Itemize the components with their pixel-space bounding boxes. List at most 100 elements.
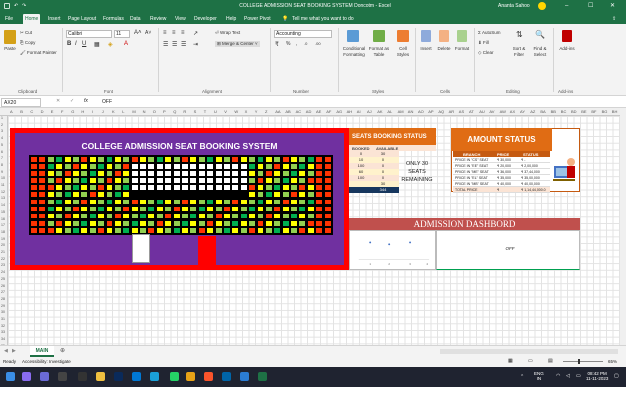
seat-cell[interactable] (105, 191, 114, 199)
seat-cell[interactable] (264, 226, 273, 234)
column-letter[interactable]: K (112, 109, 115, 114)
seat-cell[interactable] (306, 177, 315, 184)
seat-cell[interactable] (214, 170, 223, 177)
row-number[interactable]: 9 (1, 170, 3, 174)
seat-cell[interactable] (273, 184, 282, 192)
seat-cell[interactable] (71, 156, 80, 163)
seat-cell[interactable] (155, 163, 164, 170)
seat-cell[interactable] (46, 177, 55, 184)
seat-cell[interactable] (155, 219, 164, 227)
seat-cell[interactable] (206, 191, 215, 199)
seat-cell[interactable] (281, 191, 290, 199)
column-letter[interactable]: BB (551, 109, 556, 114)
row-number[interactable]: 3 (1, 129, 3, 133)
seat-cell[interactable] (315, 156, 324, 163)
seat-cell[interactable] (46, 219, 55, 227)
seat-cell[interactable] (231, 198, 240, 206)
column-letter[interactable]: M (132, 109, 135, 114)
seat-cell[interactable] (264, 198, 273, 206)
seat-cell[interactable] (181, 226, 189, 234)
seat-cell[interactable] (206, 177, 215, 184)
number-format-select[interactable]: Accounting (274, 30, 332, 38)
seat-cell[interactable] (181, 198, 189, 206)
volume-icon[interactable]: ◁ (566, 373, 570, 379)
seat-cell[interactable] (46, 163, 55, 170)
seat-cell[interactable] (306, 198, 315, 206)
seat-cell[interactable] (122, 191, 131, 199)
seat-cell[interactable] (130, 226, 139, 234)
font-shrink-icon[interactable]: A˅ (145, 30, 151, 36)
seat-cell[interactable] (105, 212, 114, 220)
seat-cell[interactable] (164, 191, 173, 199)
seat-cell[interactable] (256, 184, 265, 192)
seat-cell[interactable] (63, 205, 72, 213)
seat-cell[interactable] (63, 163, 72, 170)
column-letter[interactable]: AY (520, 109, 525, 114)
seat-cell[interactable] (239, 212, 248, 220)
seat-cell[interactable] (264, 163, 273, 170)
seat-cell[interactable] (172, 163, 181, 170)
row-number[interactable]: 11 (1, 183, 5, 187)
tab-power-pivot[interactable]: Power Pivot (242, 14, 273, 24)
seat-cell[interactable] (30, 184, 38, 192)
row-number[interactable]: 7 (1, 156, 3, 160)
seat-cell[interactable] (80, 219, 89, 227)
orientation-icon[interactable]: ↗ (193, 30, 198, 37)
horizontal-scrollbar[interactable] (440, 349, 618, 354)
seat-cell[interactable] (164, 226, 173, 234)
merge-center-button[interactable]: ⊞ Merge & Center ˅ (215, 41, 260, 47)
seat-cell[interactable] (139, 156, 148, 163)
column-letter[interactable]: A (10, 109, 13, 114)
seat-cell[interactable] (248, 212, 257, 220)
seat-cell[interactable] (323, 219, 332, 227)
edge-icon[interactable] (150, 372, 159, 381)
row-number[interactable]: 31 (1, 317, 5, 321)
column-letter[interactable]: AX (510, 109, 515, 114)
tab-data[interactable]: Data (128, 14, 143, 24)
seat-cell[interactable] (256, 170, 265, 177)
vscode-icon[interactable] (222, 372, 231, 381)
paste-icon[interactable] (4, 30, 16, 44)
seat-cell[interactable] (46, 212, 55, 220)
seat-cell[interactable] (323, 170, 332, 177)
row-number[interactable]: 27 (1, 290, 5, 294)
seat-cell[interactable] (323, 205, 332, 213)
seat-cell[interactable] (88, 219, 97, 227)
seat-cell[interactable] (139, 184, 148, 192)
seat-cell[interactable] (97, 163, 106, 170)
chrome-icon[interactable] (186, 372, 195, 381)
row-number[interactable]: 22 (1, 257, 5, 261)
add-sheet-icon[interactable]: ⊕ (60, 347, 65, 354)
seat-cell[interactable] (147, 177, 156, 184)
column-letter[interactable]: BF (591, 109, 596, 114)
seat-cell[interactable] (323, 226, 332, 234)
seat-cell[interactable] (214, 219, 223, 227)
seat-cell[interactable] (38, 177, 47, 184)
column-letter[interactable]: AS (459, 109, 464, 114)
seat-cell[interactable] (281, 212, 290, 220)
app-icon-1[interactable] (22, 372, 31, 381)
zoom-level[interactable]: 65% (608, 359, 617, 364)
seat-cell[interactable] (281, 205, 290, 213)
row-number[interactable]: 19 (1, 237, 5, 241)
seat-cell[interactable] (113, 219, 122, 227)
seat-cell[interactable] (315, 226, 324, 234)
seat-cell[interactable] (172, 191, 181, 199)
column-letter[interactable]: G (71, 109, 74, 114)
app-icon-3[interactable] (58, 372, 67, 381)
seat-cell[interactable] (298, 191, 307, 199)
row-number[interactable]: 28 (1, 297, 5, 301)
column-letter[interactable]: Q (173, 109, 176, 114)
vertical-scrollbar[interactable] (620, 108, 626, 352)
tab-scroll-left-icon[interactable]: ◀ (4, 348, 8, 354)
seat-cell[interactable] (122, 212, 131, 220)
seat-cell[interactable] (306, 156, 315, 163)
seat-cell[interactable] (122, 156, 131, 163)
column-letter[interactable]: L (122, 109, 124, 114)
tab-insert[interactable]: Insert (46, 14, 63, 24)
tab-formulas[interactable]: Formulas (101, 14, 126, 24)
seat-cell[interactable] (323, 184, 332, 192)
seat-cell[interactable] (281, 184, 290, 192)
seat-cell[interactable] (55, 226, 64, 234)
column-letter[interactable]: AC (296, 109, 302, 114)
